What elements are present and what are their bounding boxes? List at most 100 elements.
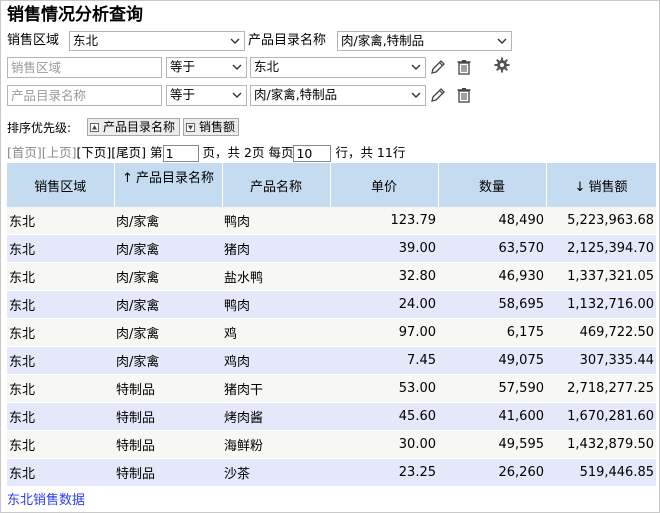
column-header-quantity[interactable]: 数量 (438, 163, 547, 207)
column-header-product[interactable]: 产品名称 (222, 163, 331, 207)
cell-price: 32.80 (330, 262, 438, 291)
last-page-link[interactable]: [尾页] (111, 145, 146, 160)
cell-region: 东北 (7, 290, 114, 319)
sort-item-category[interactable]: 产品目录名称 (87, 118, 180, 136)
gear-icon[interactable] (494, 57, 510, 73)
cell-product: 鸡 (222, 318, 330, 347)
cell-price: 97.00 (330, 318, 438, 347)
cell-region: 东北 (7, 234, 114, 263)
table-row: 东北 肉/家禽 鸭肉 24.00 58,695 1,132,716.00 (7, 290, 656, 319)
pagination: [首页][上页][下页][尾页] 第1 页，共 2页 每页 10 行，共 11行 (7, 144, 405, 162)
trash-icon[interactable] (456, 87, 472, 103)
cell-region: 东北 (7, 374, 114, 403)
cell-region: 东北 (7, 346, 114, 375)
table-row: 东北 肉/家禽 猪肉 39.00 63,570 2,125,394.70 (7, 234, 656, 263)
category-select[interactable]: 肉/家禽,特制品 (337, 31, 512, 51)
pencil-icon[interactable] (430, 59, 446, 75)
column-header-sales[interactable]: ↓ 销售额 (546, 163, 657, 207)
table-row: 东北 肉/家禽 鸡肉 7.45 49,075 307,335.44 (7, 346, 656, 375)
region-select-value: 东北 (73, 33, 99, 48)
next-page-link[interactable]: [下页] (77, 145, 112, 160)
cell-product: 盐水鸭 (222, 262, 330, 291)
table-row: 东北 特制品 猪肉干 53.00 57,590 2,718,277.25 (7, 374, 656, 403)
rows-per-page-input[interactable]: 10 (293, 145, 332, 162)
pencil-icon[interactable] (430, 87, 446, 103)
cell-sales: 1,337,321.05 (546, 262, 656, 291)
cell-price: 23.25 (330, 458, 438, 487)
cell-sales: 1,132,716.00 (546, 290, 656, 319)
cell-product: 烤肉酱 (222, 402, 330, 431)
cell-quantity: 46,930 (438, 262, 546, 291)
column-header-label: 销售额 (588, 179, 628, 195)
column-header-price[interactable]: 单价 (330, 163, 439, 207)
first-page-link[interactable]: [首页] (7, 145, 42, 160)
prev-page-link[interactable]: [上页] (42, 145, 77, 160)
cell-sales: 2,125,394.70 (546, 234, 656, 263)
cell-quantity: 63,570 (438, 234, 546, 263)
footer-link[interactable]: 东北销售数据 (7, 492, 85, 510)
sort-item-label: 产品目录名称 (103, 120, 176, 134)
page-number-input[interactable]: 1 (162, 145, 199, 162)
cell-product: 鸡肉 (222, 346, 330, 375)
sales-table: 销售区域 ↑ 产品目录名称 产品名称 单价 数量 ↓ 销售额 东北 肉/家禽 鸭肉 123.79 48… (7, 163, 657, 487)
cell-price: 53.00 (330, 374, 438, 403)
chevron-down-icon (411, 92, 421, 98)
cell-quantity: 49,075 (438, 346, 546, 375)
cell-sales: 1,432,879.50 (546, 430, 656, 459)
chevron-down-icon (232, 64, 242, 70)
cell-category: 特制品 (114, 402, 222, 431)
table-body: 东北 肉/家禽 鸭肉 123.79 48,490 5,223,963.68 东北 肉/家禽 猪肉… (7, 207, 656, 487)
cell-quantity: 41,600 (438, 402, 546, 431)
cell-region: 东北 (7, 402, 114, 431)
filter-field-input-1[interactable]: 销售区域 (7, 57, 162, 78)
trash-icon[interactable] (456, 59, 472, 75)
sort-desc-icon (186, 123, 195, 132)
column-header-category[interactable]: ↑ 产品目录名称 (114, 163, 223, 207)
filter-operator-select-1[interactable]: 等于 (166, 57, 247, 78)
cell-category: 肉/家禽 (114, 346, 222, 375)
rows-suffix: 行，共 11行 (335, 145, 406, 160)
cell-category: 肉/家禽 (114, 290, 222, 319)
cell-price: 45.60 (330, 402, 438, 431)
cell-sales: 519,446.85 (546, 458, 656, 487)
column-header-label: 销售区域 (34, 179, 87, 195)
cell-category: 特制品 (114, 374, 222, 403)
cell-price: 123.79 (330, 207, 438, 235)
table-header-row: 销售区域 ↑ 产品目录名称 产品名称 单价 数量 ↓ 销售额 (7, 163, 657, 207)
table-row: 东北 肉/家禽鸡 97.00 6,175 469,722.50 (7, 318, 656, 347)
column-header-label: 数量 (478, 179, 505, 195)
cell-price: 7.45 (330, 346, 438, 375)
cell-region: 东北 (7, 430, 114, 459)
cell-quantity: 58,695 (438, 290, 546, 319)
cell-product: 海鲜粉 (222, 430, 330, 459)
column-header-region[interactable]: 销售区域 (7, 163, 115, 207)
cell-sales: 1,670,281.60 (546, 402, 656, 431)
table-row: 东北 肉/家禽 鸭肉 123.79 48,490 5,223,963.68 (7, 207, 656, 235)
region-label: 销售区域 (7, 33, 60, 48)
category-label: 产品目录名称 (248, 33, 327, 48)
column-header-label: 产品目录名称 (135, 171, 214, 186)
cell-sales: 307,335.44 (546, 346, 656, 375)
filter-value-select-2[interactable]: 肉/家禽,特制品 (250, 85, 426, 106)
filter-value-select-1[interactable]: 东北 (250, 57, 426, 78)
sort-item-sales[interactable]: 销售额 (183, 118, 239, 136)
region-select[interactable]: 东北 (69, 31, 245, 51)
sort-down-arrow-icon: ↓ (574, 179, 586, 195)
cell-product: 猪肉干 (222, 374, 330, 403)
cell-category: 肉/家禽 (114, 234, 222, 263)
cell-category: 肉/家禽 (114, 207, 222, 235)
table-row: 东北 肉/家禽 盐水鸭 32.80 46,930 1,337,321.05 (7, 262, 656, 291)
filter-value: 肉/家禽,特制品 (254, 87, 338, 102)
category-select-value: 肉/家禽,特制品 (341, 33, 425, 48)
filter-operator-select-2[interactable]: 等于 (166, 85, 247, 106)
sort-item-label: 销售额 (199, 120, 236, 134)
filter-field-input-2[interactable]: 产品目录名称 (7, 85, 162, 106)
cell-category: 肉/家禽 (114, 262, 222, 291)
cell-region: 东北 (7, 318, 114, 347)
cell-product: 鸭肉 (222, 290, 330, 319)
column-header-label: 产品名称 (249, 179, 302, 195)
page-prefix: 第 (150, 145, 163, 160)
filter-operator-value: 等于 (170, 87, 196, 102)
cell-region: 东北 (7, 262, 114, 291)
cell-product: 沙茶 (222, 458, 330, 487)
